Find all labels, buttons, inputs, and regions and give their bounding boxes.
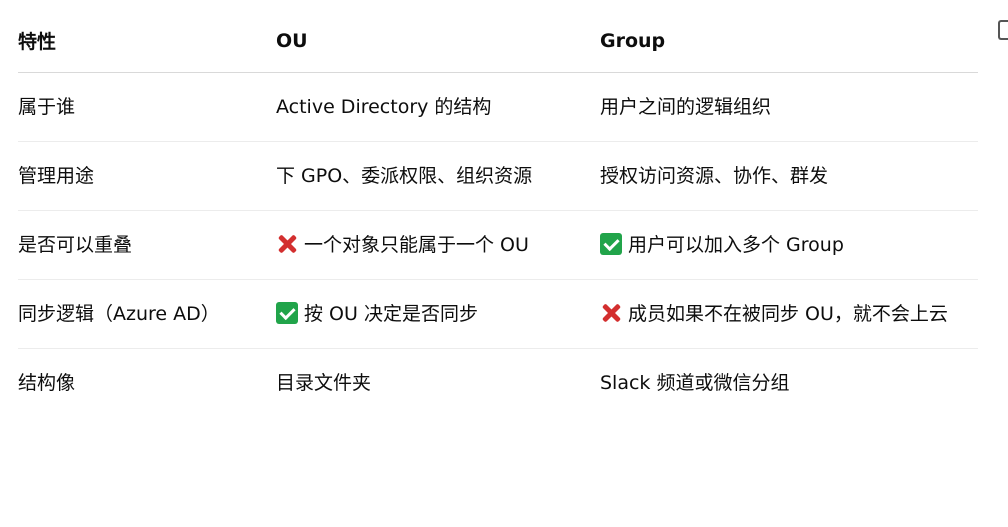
header-feature: 特性 (18, 0, 276, 73)
cell-ou: 目录文件夹 (276, 371, 372, 394)
cross-mark-icon (600, 302, 622, 324)
cell-feature: 是否可以重叠 (18, 210, 276, 280)
check-mark-icon (600, 232, 622, 255)
cell-group: 用户之间的逻辑组织 (600, 72, 978, 142)
table-row: 结构像 目录文件夹 Slack 频道或微信分组 (18, 348, 978, 417)
table-row: 是否可以重叠 一个对象只能属于一个 OU 用户可以加入多个 Group (18, 210, 978, 280)
table-row: 管理用途 下 GPO、委派权限、组织资源 授权访问资源、协作、群发 (18, 141, 978, 211)
copy-icon[interactable] (998, 20, 1008, 40)
comparison-table: 特性 OU Group 属于谁 Active Directory 的结构 用户之… (18, 0, 978, 417)
cross-mark-icon (276, 233, 298, 255)
cell-ou: 按 OU 决定是否同步 (276, 279, 600, 349)
cell-ou: Active Directory 的结构 (276, 72, 600, 142)
header-ou: OU (276, 0, 600, 73)
table-header-row: 特性 OU Group (18, 0, 978, 73)
check-mark-icon (276, 301, 298, 324)
table-row: 属于谁 Active Directory 的结构 用户之间的逻辑组织 (18, 72, 978, 142)
cell-ou: 一个对象只能属于一个 OU (276, 210, 600, 280)
cell-group: 成员如果不在被同步 OU，就不会上云 (600, 279, 978, 349)
cell-ou-text: 按 OU 决定是否同步 (304, 302, 478, 325)
cell-feature: 管理用途 (18, 141, 276, 211)
cell-group-text: 成员如果不在被同步 OU，就不会上云 (628, 302, 948, 325)
cell-feature: 结构像 (18, 371, 76, 394)
cell-feature: 同步逻辑（Azure AD） (18, 279, 276, 349)
table-row: 同步逻辑（Azure AD） 按 OU 决定是否同步 成员如果不在被同步 OU，… (18, 279, 978, 349)
cell-group: 授权访问资源、协作、群发 (600, 141, 978, 211)
cell-feature: 属于谁 (18, 72, 276, 142)
cell-group: 用户可以加入多个 Group (600, 210, 978, 280)
cell-group-text: 用户可以加入多个 Group (628, 233, 844, 256)
cell-ou-text: 一个对象只能属于一个 OU (304, 233, 529, 256)
cell-ou: 下 GPO、委派权限、组织资源 (276, 141, 600, 211)
header-group: Group (600, 0, 978, 73)
cell-group: Slack 频道或微信分组 (600, 371, 790, 394)
